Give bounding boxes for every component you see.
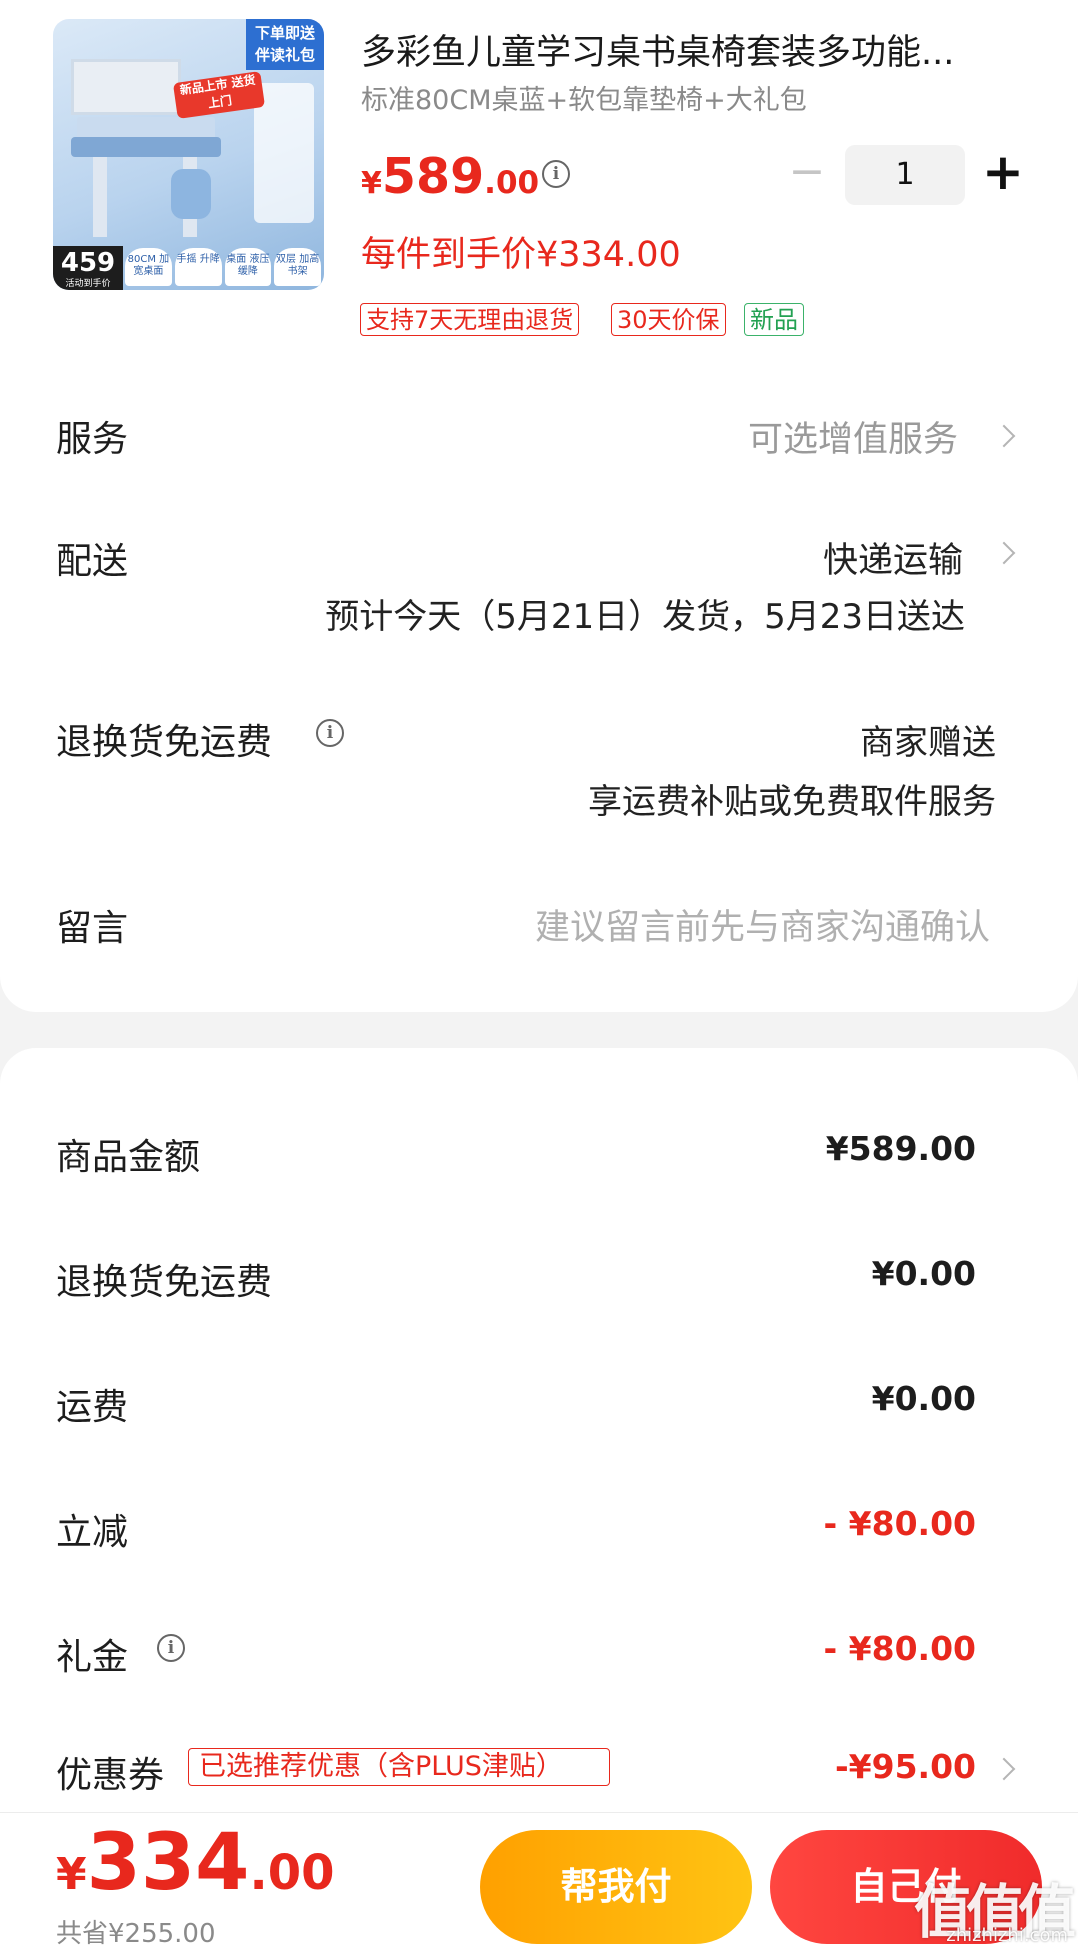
delivery-estimate: 预计今天（5月21日）发货，5月23日送达 (325, 597, 965, 637)
quantity-decrease-button[interactable]: − (780, 147, 834, 201)
price-decimal: .00 (484, 165, 540, 201)
image-ribbon: 新品上市 送货上门 (172, 71, 266, 119)
return-shipping-label: 退换货免运费 (56, 722, 273, 763)
delivery-label: 配送 (56, 541, 129, 582)
message-input[interactable]: 建议留言前先与商家沟通确认 (535, 899, 990, 950)
coupon-selected-badge[interactable]: 已选推荐优惠（含PLUS津贴） (188, 1748, 610, 1786)
gift-cash-info-icon[interactable]: i (157, 1634, 185, 1662)
image-desk-leg (93, 157, 107, 237)
image-corner-tag: 下单即送 伴读礼包 (246, 19, 324, 70)
product-image[interactable]: 下单即送 伴读礼包 新品上市 送货上门 459 活动到手价 80CM 加宽桌面 … (53, 19, 324, 290)
total-decimal: .00 (249, 1845, 335, 1901)
image-bookshelf (71, 59, 181, 115)
message-label: 留言 (56, 908, 129, 949)
new-product-badge: 新品 (744, 303, 804, 336)
return-policy-badge: 支持7天无理由退货 (360, 303, 580, 336)
return-shipping-info-icon[interactable]: i (316, 719, 344, 747)
service-value[interactable]: 可选增值服务 (748, 411, 958, 462)
instant-discount-value: - ¥80.00 (823, 1504, 976, 1543)
return-shipping-detail: 享运费补贴或免费取件服务 (588, 782, 996, 822)
image-feature-list: 80CM 加宽桌面 手摇 升降 桌面 液压缓降 双层 加高书架 (125, 248, 321, 286)
gift-cash-label: 礼金 (56, 1637, 129, 1678)
coupon-label: 优惠券 (56, 1755, 165, 1796)
quantity-increase-button[interactable]: + (975, 147, 1031, 201)
coupon-value[interactable]: -¥95.00 (835, 1747, 976, 1786)
service-label: 服务 (56, 419, 129, 460)
price-info-icon[interactable]: i (542, 160, 570, 188)
product-title[interactable]: 多彩鱼儿童学习桌书桌椅套装多功能... (361, 24, 1021, 75)
image-chair (171, 169, 211, 219)
total-saved: 共省¥255.00 (56, 1919, 216, 1949)
shipping-fee-label: 运费 (56, 1387, 129, 1428)
image-price-tag-value: 459 (60, 248, 116, 278)
help-me-pay-button[interactable]: 帮我付 (480, 1830, 752, 1944)
image-feature: 桌面 液压缓降 (224, 248, 272, 286)
image-price-tag: 459 活动到手价 (53, 246, 123, 290)
return-shipping-value: 商家赠送 (860, 723, 996, 763)
delivery-value[interactable]: 快递运输 (823, 532, 963, 583)
instant-discount-label: 立减 (56, 1512, 129, 1553)
image-desk (71, 137, 221, 157)
unit-final-price: 每件到手价¥334.00 (361, 235, 681, 275)
image-feature: 手摇 升降 (174, 248, 222, 286)
total-currency: ¥ (56, 1849, 87, 1900)
image-feature: 双层 加高书架 (274, 248, 321, 286)
price-protect-badge: 30天价保 (611, 303, 726, 336)
return-fee-value: ¥0.00 (871, 1254, 976, 1293)
shipping-fee-value: ¥0.00 (871, 1379, 976, 1418)
image-price-tag-sub: 活动到手价 (65, 279, 111, 289)
product-spec[interactable]: 标准80CM桌蓝+软包靠垫椅+大礼包 (361, 78, 807, 117)
watermark-url: zhizhizhi.com (946, 1925, 1068, 1946)
goods-amount-label: 商品金额 (56, 1137, 201, 1178)
product-price: ¥589.00 (361, 148, 539, 205)
price-integer: 589 (381, 148, 485, 205)
goods-amount-value: ¥589.00 (825, 1129, 976, 1168)
quantity-input[interactable]: 1 (845, 145, 965, 205)
image-feature: 80CM 加宽桌面 (125, 248, 172, 286)
return-fee-label: 退换货免运费 (56, 1262, 273, 1303)
total-price: ¥334.00 (56, 1818, 334, 1908)
price-currency: ¥ (361, 166, 382, 201)
gift-cash-value: - ¥80.00 (823, 1629, 976, 1668)
total-integer: 334 (86, 1818, 250, 1908)
